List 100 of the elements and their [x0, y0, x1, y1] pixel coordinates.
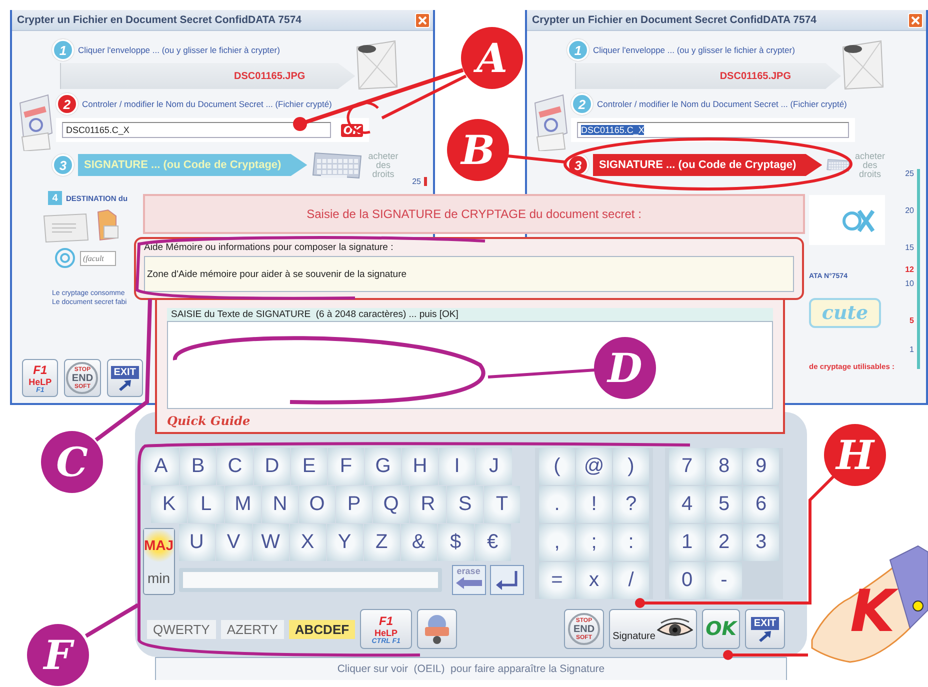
step-number: 2 [56, 93, 78, 115]
keyboard-key[interactable]: Q [373, 486, 409, 523]
keyboard-key[interactable]: W [252, 524, 289, 561]
keyboard-key[interactable]: O [299, 486, 335, 523]
letter-icon [42, 212, 90, 244]
keyboard-key[interactable]: X [290, 524, 326, 561]
keyboard-key[interactable]: & [400, 524, 437, 561]
callout-letter: H [824, 424, 886, 486]
step-label: Cliquer l'enveloppe ... (ou y glisser le fichier à crypter) [593, 45, 795, 55]
step-label: Controler / modifier le Nom du Document Secret ... (Fichier crypté) [597, 99, 847, 109]
document-name-field[interactable]: DSC01165.C_X [577, 122, 849, 138]
signature-step-banner[interactable]: SIGNATURE ... (ou Code de Cryptage) [593, 154, 822, 176]
keyboard-key[interactable]: 6 [743, 486, 779, 523]
gauge-tick: 1 [908, 345, 915, 354]
status-bar: Cliquer sur voir (OEIL) pour faire apparaître la Signature [155, 657, 787, 680]
keyboard-key[interactable]: F [328, 448, 364, 485]
keyboard-key[interactable]: / [613, 562, 649, 599]
destination-field[interactable]: (facult [80, 250, 116, 266]
signature-input[interactable] [167, 321, 773, 409]
callout-letter: A [461, 27, 523, 89]
exit-button[interactable]: EXIT [745, 609, 785, 649]
keyboard-key[interactable]: @ [576, 448, 612, 485]
keyboard-key[interactable]: H [402, 448, 438, 485]
close-icon [418, 16, 427, 24]
keyboard-key[interactable]: , [539, 524, 575, 561]
keyboard-key[interactable]: 7 [669, 448, 705, 485]
keyboard-key[interactable]: ) [613, 448, 649, 485]
step-number: 2 [571, 93, 593, 115]
step-number: 1 [52, 39, 74, 61]
gauge-tick: 15 [904, 243, 915, 252]
step-number: 1 [567, 39, 589, 61]
keyboard-key[interactable]: R [410, 486, 446, 523]
keyboard-key[interactable]: A [143, 448, 179, 485]
keyboard-key[interactable]: B [180, 448, 216, 485]
keyboard-key[interactable]: V [216, 524, 252, 561]
keyboard-key[interactable]: x [576, 562, 612, 599]
keyboard-key[interactable]: 4 [669, 486, 705, 523]
exit-button[interactable]: EXIT [106, 359, 143, 397]
dialog-title: Saisie de la SIGNATURE de CRYPTAGE du document secret : [143, 194, 805, 234]
gauge-tick: 5 [908, 316, 915, 325]
keyboard-key[interactable]: G [365, 448, 401, 485]
keyboard-key[interactable]: Y [326, 524, 363, 561]
keyboard-key[interactable]: 1 [669, 524, 705, 561]
keyboard-key[interactable]: : [613, 524, 649, 561]
layout-option[interactable]: ABCDEF [288, 620, 356, 638]
close-button[interactable] [908, 12, 923, 28]
gauge-tick: 25 [904, 169, 915, 178]
case-option[interactable]: MAJ [144, 529, 174, 562]
typed-text-field[interactable] [178, 568, 442, 592]
show-signature-button[interactable]: Signature [609, 609, 697, 649]
confidata-button[interactable] [417, 609, 458, 649]
close-button[interactable] [415, 12, 430, 28]
keyboard-key[interactable]: € [474, 524, 511, 561]
keyboard-key[interactable]: M [225, 486, 261, 523]
keyboard-key[interactable]: L [188, 486, 224, 523]
keyboard-key[interactable]: C [217, 448, 253, 485]
keyboard-key[interactable]: K [151, 486, 187, 523]
keyboard-key[interactable]: 2 [706, 524, 742, 561]
keyboard-key[interactable]: N [262, 486, 298, 523]
layout-option[interactable]: QWERTY [147, 620, 216, 638]
memo-label: Aide Mémoire ou informations pour composer la signature : [144, 242, 394, 253]
quick-guide-link[interactable]: Quick Guide [167, 414, 250, 428]
keyboard-key[interactable]: . [539, 486, 575, 523]
keyboard-key[interactable]: E [291, 448, 327, 485]
keyboard-key[interactable]: 9 [743, 448, 779, 485]
step-number: 4 [48, 191, 62, 205]
case-option[interactable]: min [144, 562, 174, 594]
keyboard-key[interactable]: 3 [743, 524, 779, 561]
window-title: Crypter un Fichier en Document Secret ConfidDATA 7574 [17, 14, 302, 26]
keyboard-key[interactable]: T [484, 486, 520, 523]
keyboard-key[interactable]: ( [539, 448, 575, 485]
keyboard-key[interactable]: ! [576, 486, 612, 523]
arrow-icon [757, 630, 773, 642]
window-title: Crypter un Fichier en Document Secret ConfidDATA 7574 [532, 14, 817, 26]
keyboard-key[interactable]: S [447, 486, 483, 523]
keyboard-key[interactable]: $ [438, 524, 474, 561]
keyboard-key[interactable]: - [706, 562, 742, 599]
keyboard-key[interactable]: I [439, 448, 475, 485]
keyboard-key[interactable]: ; [576, 524, 612, 561]
keyboard-key[interactable]: = [539, 562, 575, 599]
callout-letter: B [447, 119, 509, 181]
envelope-icon [355, 39, 400, 91]
at-sign-icon [54, 247, 76, 269]
at-tools-icon [841, 207, 875, 233]
keyboard-key[interactable]: U [178, 524, 215, 561]
keyboard-key[interactable]: P [336, 486, 372, 523]
keyboard-key[interactable]: 5 [706, 486, 742, 523]
keyboard-key[interactable]: 0 [669, 562, 705, 599]
layout-option[interactable]: AZERTY [220, 620, 284, 638]
keyboard-key[interactable]: J [476, 448, 512, 485]
callout-letter: C [41, 431, 103, 493]
callout-letter: F [27, 624, 89, 686]
keyboard-key[interactable]: D [254, 448, 290, 485]
keyboard-key[interactable]: ? [613, 486, 649, 523]
keyboard-key[interactable]: 8 [706, 448, 742, 485]
memo-field[interactable]: Zone d'Aide mémoire pour aider à se souvenir de la signature [144, 256, 794, 292]
signature-label: SAISIE du Texte de SIGNATURE (6 à 2048 caractères) ... puis [OK] [167, 308, 773, 321]
document-name-field[interactable]: DSC01165.C_X [62, 122, 332, 138]
keyboard-key[interactable]: Z [364, 524, 400, 561]
enter-button[interactable] [490, 565, 524, 595]
